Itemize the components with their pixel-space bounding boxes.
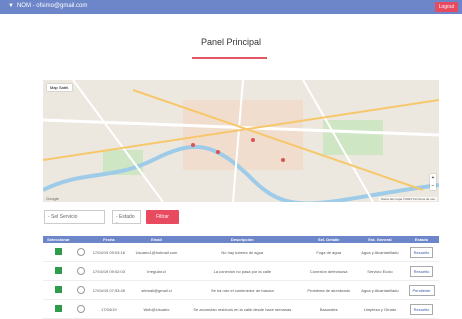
table-header-row: Seleccionar Fecha Email Descripción Sel.… (43, 236, 439, 243)
cell-email: Usuario1@hotmail.com (129, 243, 184, 262)
col-header (73, 236, 88, 243)
status-circle-icon (76, 247, 85, 256)
cell-general: Limpieza y Ornato (355, 299, 405, 319)
filter-button[interactable]: Filtrar (146, 210, 179, 224)
map-canvas[interactable] (43, 80, 439, 202)
estado-button[interactable]: Resuelto (409, 265, 434, 277)
select-icon[interactable] (54, 267, 62, 274)
cell-fecha: 17/04/19 09:02:03 (87, 261, 130, 281)
cell-fecha: 17/04/19 09:03:16 (87, 243, 130, 262)
cell-descripcion: Se ha roto el contenedor de basura (183, 280, 302, 300)
cell-general: Servicio Ecolo (355, 261, 405, 281)
zoom-controls[interactable]: + − (430, 174, 436, 190)
cell-fecha: 17/04/19 07:53:45 (87, 280, 130, 300)
cell-descripcion: No hay tubería de agua (183, 243, 302, 262)
select-icon[interactable] (54, 305, 62, 312)
cell-email: Web@Usuario (129, 299, 184, 319)
top-navbar: ▼ NOM - ofsimo@gmail.com Logout (0, 0, 462, 14)
map-type-toggle[interactable]: Map Satél. (47, 84, 73, 91)
page-title: Panel Principal (200, 37, 262, 47)
service-filter-select[interactable]: - Sel Servicio (44, 210, 105, 224)
table-row[interactable]: 17/04/19 09:02:03 Irregular.cl La conexi… (43, 261, 439, 281)
cell-descripcion: Se acumulan residuos en la calle desde h… (183, 299, 302, 319)
cell-general: Agua y Alcantarillado (355, 280, 405, 300)
cell-fecha: 17/04/19 (87, 299, 130, 319)
col-header[interactable]: Fecha (87, 236, 130, 243)
col-header[interactable]: Email (129, 236, 184, 243)
cell-detalle: Problema de alumbrado (301, 280, 356, 300)
estado-button[interactable]: Pendiente (408, 284, 435, 296)
cell-detalle: Fuga de agua (301, 243, 356, 262)
logout-button[interactable]: Logout (434, 2, 458, 12)
col-header[interactable]: Est. General (355, 236, 405, 243)
col-header[interactable]: Sel. Detalle (301, 236, 356, 243)
incidents-table: Seleccionar Fecha Email Descripción Sel.… (43, 236, 439, 319)
user-icon: ▼ (8, 3, 14, 9)
status-circle-icon (76, 285, 85, 294)
title-underline (192, 57, 267, 59)
zoom-out-button[interactable]: − (430, 182, 436, 190)
col-header[interactable]: Estado (404, 236, 439, 243)
table-row[interactable]: 17/04/19 09:03:16 Usuario1@hotmail.com N… (43, 243, 439, 262)
status-circle-icon (76, 266, 85, 275)
estado-button[interactable]: Resuelto (409, 246, 434, 258)
map-brand-logo: Google (46, 196, 59, 201)
col-header: Seleccionar (43, 236, 74, 243)
cell-descripcion: La conexión no pasa por la calle (183, 261, 302, 281)
cell-detalle: Conexión defectuosa (301, 261, 356, 281)
user-menu[interactable]: ▼ NOM - ofsimo@gmail.com (8, 3, 87, 9)
cell-email: Irregular.cl (129, 261, 184, 281)
select-icon[interactable] (54, 248, 62, 255)
col-header[interactable]: Descripción (183, 236, 302, 243)
select-icon[interactable] (54, 286, 62, 293)
user-email: NOM - ofsimo@gmail.com (16, 3, 88, 9)
cell-detalle: Basurales (301, 299, 356, 319)
map-view[interactable]: Map Satél. + − Google Datos del mapa ©20… (43, 80, 439, 202)
zoom-in-button[interactable]: + (430, 174, 436, 182)
cell-general: Agua y Alcantarillado (355, 243, 405, 262)
estado-button[interactable]: Resuelto (409, 303, 434, 315)
table-row[interactable]: 17/04/19 07:53:45 sfemail@gmail.cl Se ha… (43, 280, 439, 300)
status-circle-icon (76, 304, 85, 313)
state-filter-select[interactable]: - Estado - (112, 210, 141, 226)
cell-email: sfemail@gmail.cl (129, 280, 184, 300)
table-row[interactable]: 17/04/19 Web@Usuario Se acumulan residuo… (43, 299, 439, 319)
map-footer[interactable]: Datos del mapa ©2023 Términos de uso (379, 197, 437, 201)
